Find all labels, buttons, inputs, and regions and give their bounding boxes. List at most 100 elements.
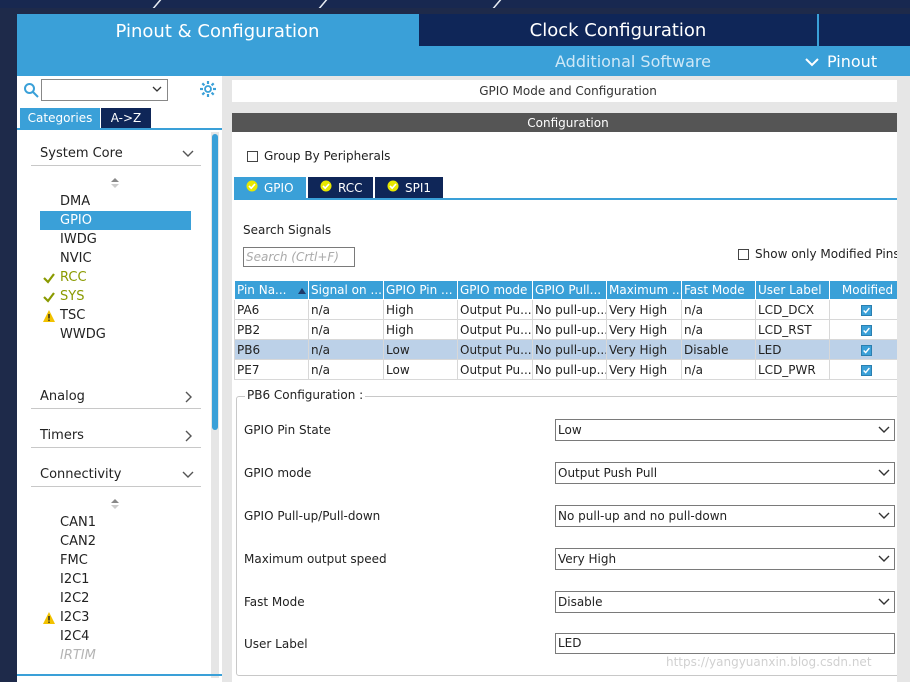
- section-label: Analog: [40, 389, 85, 404]
- column-header-label: Pin Na...: [237, 283, 287, 297]
- show-modified-label: Show only Modified Pins: [755, 247, 900, 261]
- section-timers[interactable]: Timers: [31, 424, 201, 448]
- modified-checkbox-checked[interactable]: [861, 304, 872, 316]
- column-header[interactable]: User Label: [755, 280, 830, 300]
- sidebar-item-tsc[interactable]: TSC: [40, 306, 191, 325]
- column-header[interactable]: Pin Na...: [234, 280, 309, 300]
- column-header[interactable]: Fast Mode: [681, 280, 756, 300]
- pb6-configuration-title: PB6 Configuration :: [245, 388, 366, 402]
- pin-state-label: GPIO Pin State: [244, 423, 331, 437]
- column-header-label: GPIO Pin ...: [386, 283, 453, 297]
- table-cell: No pull-up...: [532, 299, 607, 320]
- sidebar-item-nvic[interactable]: NVIC: [40, 249, 191, 268]
- sidebar-item-i2c4[interactable]: I2C4: [40, 627, 191, 646]
- group-by-checkbox[interactable]: [247, 150, 258, 162]
- table-cell: Output Pu...: [457, 299, 533, 320]
- tab-a-to-z[interactable]: A->Z: [101, 108, 151, 128]
- show-only-modified[interactable]: Show only Modified Pins: [738, 247, 900, 261]
- section-system-core[interactable]: System Core: [31, 142, 201, 166]
- table-row[interactable]: PB6 n/a Low Output Pu... No pull-up... Very H…: [234, 339, 904, 360]
- sidebar-item-sys[interactable]: SYS: [40, 287, 191, 306]
- check-icon: [42, 271, 56, 285]
- user-label-input[interactable]: LED: [555, 633, 895, 654]
- modified-checkbox-checked[interactable]: [861, 364, 872, 376]
- fast-mode-value: Disable: [558, 595, 603, 609]
- category-search-combo[interactable]: [41, 79, 168, 101]
- sidebar-item-wwdg[interactable]: WWDG: [40, 325, 191, 344]
- table-cell: n/a: [681, 359, 756, 380]
- table-cell: n/a: [308, 299, 384, 320]
- column-header[interactable]: GPIO mode: [457, 280, 533, 300]
- tab-categories[interactable]: Categories: [20, 108, 100, 128]
- fast-mode-select[interactable]: Disable: [555, 591, 895, 613]
- sidebar-item-i2c3[interactable]: I2C3: [40, 608, 191, 627]
- speed-select[interactable]: Very High: [555, 548, 895, 570]
- scroll-arrows-icon[interactable]: [111, 178, 119, 188]
- configuration-panel: Group By Peripherals GPIO RCC SPI1 Search …: [232, 132, 908, 682]
- sidebar-item-fmc[interactable]: FMC: [40, 551, 191, 570]
- pin-state-select[interactable]: Low: [555, 419, 895, 441]
- sidebar-item-i2c2[interactable]: I2C2: [40, 589, 191, 608]
- tab-clock-configuration[interactable]: Clock Configuration: [419, 14, 817, 46]
- chevron-down-icon: [182, 471, 194, 478]
- table-row[interactable]: PA6 n/a High Output Pu... No pull-up... Very …: [234, 299, 904, 320]
- table-cell-modified[interactable]: [829, 319, 904, 340]
- table-cell-modified[interactable]: [829, 339, 904, 360]
- gpio-mode-select[interactable]: Output Push Pull: [555, 462, 895, 484]
- table-cell: n/a: [308, 319, 384, 340]
- additional-software-menu[interactable]: Additional Software: [555, 52, 711, 71]
- left-sidebar: Categories A->Z System Core DMA GPIO IWDG N…: [17, 76, 222, 682]
- column-header[interactable]: Maximum ...: [606, 280, 682, 300]
- tab-pinout-configuration[interactable]: Pinout & Configuration: [17, 14, 418, 48]
- table-row[interactable]: PB2 n/a High Output Pu... No pull-up... Very …: [234, 319, 904, 340]
- table-cell: n/a: [681, 319, 756, 340]
- fast-mode-label: Fast Mode: [244, 595, 305, 609]
- pinout-menu[interactable]: Pinout: [805, 52, 877, 71]
- pull-select[interactable]: No pull-up and no pull-down: [555, 505, 895, 527]
- section-connectivity[interactable]: Connectivity: [31, 463, 201, 487]
- section-label: Connectivity: [40, 467, 122, 482]
- strip-divider: [152, 0, 162, 8]
- check-circle-icon: [387, 180, 399, 195]
- sidebar-item-gpio[interactable]: GPIO: [40, 211, 191, 230]
- sidebar-item-label: SYS: [60, 289, 85, 304]
- check-icon: [42, 290, 56, 304]
- chevron-down-icon: [878, 469, 890, 476]
- column-header[interactable]: Modified: [829, 280, 904, 300]
- sidebar-item-rcc[interactable]: RCC: [40, 268, 191, 287]
- column-header[interactable]: Signal on ...: [308, 280, 384, 300]
- gear-icon[interactable]: [199, 80, 217, 98]
- tab-spi1[interactable]: SPI1: [375, 177, 443, 198]
- table-cell: No pull-up...: [532, 359, 607, 380]
- sidebar-item-can2[interactable]: CAN2: [40, 532, 191, 551]
- show-modified-checkbox[interactable]: [738, 248, 749, 260]
- gpio-signals-table: Pin Na... Signal on ... GPIO Pin ... GPIO m…: [234, 280, 904, 380]
- modified-checkbox-checked[interactable]: [861, 344, 872, 356]
- sidebar-item-iwdg[interactable]: IWDG: [40, 230, 191, 249]
- modified-checkbox-checked[interactable]: [861, 324, 872, 336]
- tab-overflow[interactable]: [819, 14, 910, 46]
- table-cell-modified[interactable]: [829, 299, 904, 320]
- tab-rcc[interactable]: RCC: [308, 177, 373, 198]
- column-header[interactable]: GPIO Pin ...: [383, 280, 458, 300]
- group-by-peripherals[interactable]: Group By Peripherals: [247, 149, 390, 163]
- chevron-down-icon: [152, 86, 162, 92]
- chevron-down-icon: [878, 426, 890, 433]
- tab-gpio[interactable]: GPIO: [234, 177, 306, 198]
- table-cell-modified[interactable]: [829, 359, 904, 380]
- column-header[interactable]: GPIO Pull...: [532, 280, 607, 300]
- search-icon[interactable]: [23, 82, 39, 98]
- table-row[interactable]: PE7 n/a Low Output Pu... No pull-up... Very H…: [234, 359, 904, 380]
- table-cell: PB2: [234, 319, 309, 340]
- section-label: Timers: [40, 428, 84, 443]
- configuration-title: Configuration: [232, 113, 904, 132]
- sidebar-item-can1[interactable]: CAN1: [40, 513, 191, 532]
- sidebar-item-i2c1[interactable]: I2C1: [40, 570, 191, 589]
- table-cell: Very High: [606, 299, 682, 320]
- section-analog[interactable]: Analog: [31, 385, 201, 409]
- search-signals-input[interactable]: Search (Crtl+F): [243, 247, 355, 267]
- main-scrollbar[interactable]: [897, 76, 910, 682]
- sidebar-scrollbar-thumb[interactable]: [212, 134, 218, 430]
- scroll-arrows-icon[interactable]: [111, 499, 119, 509]
- sidebar-item-dma[interactable]: DMA: [40, 192, 191, 211]
